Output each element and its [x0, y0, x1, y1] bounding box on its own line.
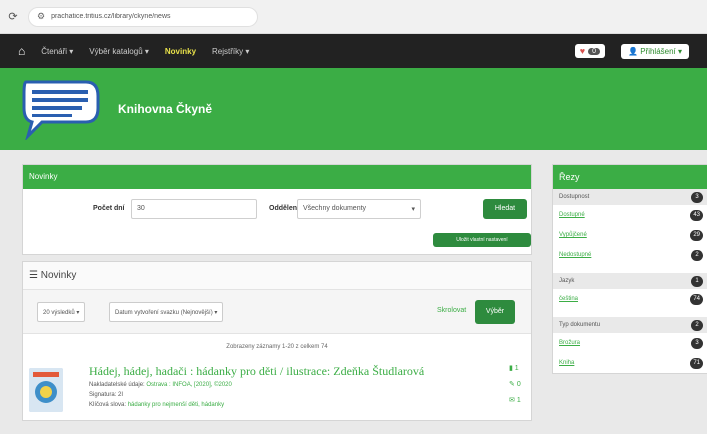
site-info-icon[interactable]: ⚙: [37, 11, 45, 22]
library-banner: Knihovna Čkyně: [0, 68, 707, 150]
days-input[interactable]: 30: [131, 199, 257, 219]
facet-count: 1: [691, 275, 703, 287]
user-icon: 👤: [627, 46, 638, 56]
browser-url-bar: ⟳ ⚙ prachatice.tritius.cz/library/ckyne/…: [0, 0, 707, 34]
heart-icon: ♥: [579, 46, 586, 56]
favorites-count: 0: [588, 47, 600, 55]
list-icon: ☰: [29, 270, 38, 281]
facet-item[interactable]: Nedostupné 2: [553, 245, 707, 265]
facet-link[interactable]: Brožura: [559, 340, 580, 346]
facet-link[interactable]: Vypůjčené: [559, 232, 587, 238]
facet-count: 2: [691, 319, 703, 331]
department-value: Všechny dokumenty: [303, 205, 367, 212]
facet-link[interactable]: Nedostupné: [559, 252, 591, 258]
facet-availability[interactable]: Dostupnost 3: [553, 189, 707, 205]
nav-indexes[interactable]: Rejstříky ▾: [212, 47, 249, 56]
list-heading: ☰ Novinky: [23, 262, 531, 290]
main-content: Novinky Počet dní 30 Oddělení Všechny do…: [22, 164, 532, 427]
login-button[interactable]: 👤 Přihlášení ▾: [620, 43, 689, 59]
days-label: Počet dní: [93, 205, 125, 212]
facets-heading: Řezy: [553, 165, 707, 189]
search-button[interactable]: Hledat: [483, 199, 527, 219]
library-title: Knihovna Čkyně: [118, 102, 213, 116]
facet-name: Dostupnost: [559, 194, 590, 200]
reload-icon[interactable]: ⟳: [6, 10, 20, 24]
publisher-label: Nakladatelské údaje:: [89, 382, 145, 388]
sort-dropdown[interactable]: Datum vytvoření svazku (Nejnovější) ▾: [109, 302, 224, 322]
facet-item-count: 43: [690, 209, 703, 221]
select-button[interactable]: Výběr: [475, 300, 515, 324]
facet-link[interactable]: Kniha: [559, 360, 574, 366]
favorites-button[interactable]: ♥ 0: [574, 44, 605, 58]
nav-catalog-select[interactable]: Výběr katalogů ▾: [89, 47, 149, 56]
record-signature: Signatura: 2I: [89, 392, 124, 398]
department-select[interactable]: Všechny dokumenty ▾: [297, 199, 421, 219]
keywords-label: Klíčová slova:: [89, 402, 127, 408]
save-settings-button[interactable]: Uložit vlastní nastavení: [433, 233, 531, 247]
facet-item-count: 29: [690, 229, 703, 241]
news-list-panel: ☰ Novinky 20 výsledků ▾ Datum vytvoření …: [22, 261, 532, 421]
facet-item[interactable]: Vypůjčené 29: [553, 225, 707, 245]
comments-count: 1: [516, 397, 521, 404]
scroll-link[interactable]: Skrolovat: [437, 307, 466, 314]
facet-item-count: 74: [690, 293, 703, 305]
reviews-count: 0: [516, 381, 521, 388]
library-logo: [22, 80, 100, 140]
record-title[interactable]: Hádej, hádej, hadači : hádanky pro děti …: [89, 364, 424, 379]
facet-item[interactable]: čeština 74: [553, 289, 707, 309]
nav-readers[interactable]: Čtenáři ▾: [41, 47, 73, 56]
chevron-down-icon: ▾: [411, 206, 415, 213]
facet-item[interactable]: Dostupné 43: [553, 205, 707, 225]
per-page-dropdown[interactable]: 20 výsledků ▾: [37, 302, 86, 322]
facet-item-count: 71: [690, 357, 703, 369]
address-bar[interactable]: ⚙ prachatice.tritius.cz/library/ckyne/ne…: [28, 6, 258, 27]
login-label: Přihlášení ▾: [640, 46, 682, 56]
records-info: Zobrazeny záznamy 1-20 z celkem 74: [226, 344, 328, 350]
keywords-link[interactable]: hádanky pro nejmenší děti, hádanky: [128, 402, 224, 408]
facet-language[interactable]: Jazyk 1: [553, 273, 707, 289]
facet-item-count: 3: [691, 337, 703, 349]
news-filter-panel: Novinky Počet dní 30 Oddělení Všechny do…: [22, 164, 532, 255]
publisher-link[interactable]: Ostrava : INFOA, [2020], ©2020: [146, 382, 231, 388]
copies-count: 1: [514, 365, 519, 372]
cover-image-icon: [29, 368, 63, 412]
facet-document-type[interactable]: Typ dokumentu 2: [553, 317, 707, 333]
list-toolbar: 20 výsledků ▾ Datum vytvoření svazku (Ne…: [23, 290, 531, 334]
facet-link[interactable]: Dostupné: [559, 212, 585, 218]
record-comments-count: ✉ 1: [509, 397, 521, 404]
record-reviews-count: ✎ 0: [509, 381, 521, 388]
list-heading-text: Novinky: [40, 270, 77, 281]
filter-heading: Novinky: [23, 165, 531, 189]
record-publisher: Nakladatelské údaje: Ostrava : INFOA, [2…: [89, 382, 232, 388]
filter-form: Počet dní 30 Oddělení Všechny dokumenty …: [23, 189, 531, 254]
department-label: Oddělení: [269, 205, 299, 212]
record-keywords: Klíčová slova: hádanky pro nejmenší děti…: [89, 402, 224, 408]
facet-name: Typ dokumentu: [559, 322, 601, 328]
book-cover[interactable]: [29, 368, 63, 412]
nav-news[interactable]: Novinky: [165, 47, 196, 56]
home-icon[interactable]: ⌂: [18, 44, 25, 58]
facet-item-count: 2: [691, 249, 703, 261]
facet-item[interactable]: Kniha 71: [553, 353, 707, 373]
record-copies-count: ▮ 1: [509, 365, 519, 372]
facet-item[interactable]: Brožura 3: [553, 333, 707, 353]
facets-sidebar: Řezy Dostupnost 3 Dostupné 43 Vypůjčené 29…: [552, 164, 707, 374]
top-navbar: ⌂ Čtenáři ▾ Výběr katalogů ▾ Novinky Rej…: [0, 34, 707, 68]
facet-count: 3: [691, 191, 703, 203]
facet-name: Jazyk: [559, 278, 575, 284]
facet-link[interactable]: čeština: [559, 296, 578, 302]
url-text: prachatice.tritius.cz/library/ckyne/news: [51, 13, 171, 20]
list-item[interactable]: Hádej, hádej, hadači : hádanky pro děti …: [23, 360, 531, 420]
